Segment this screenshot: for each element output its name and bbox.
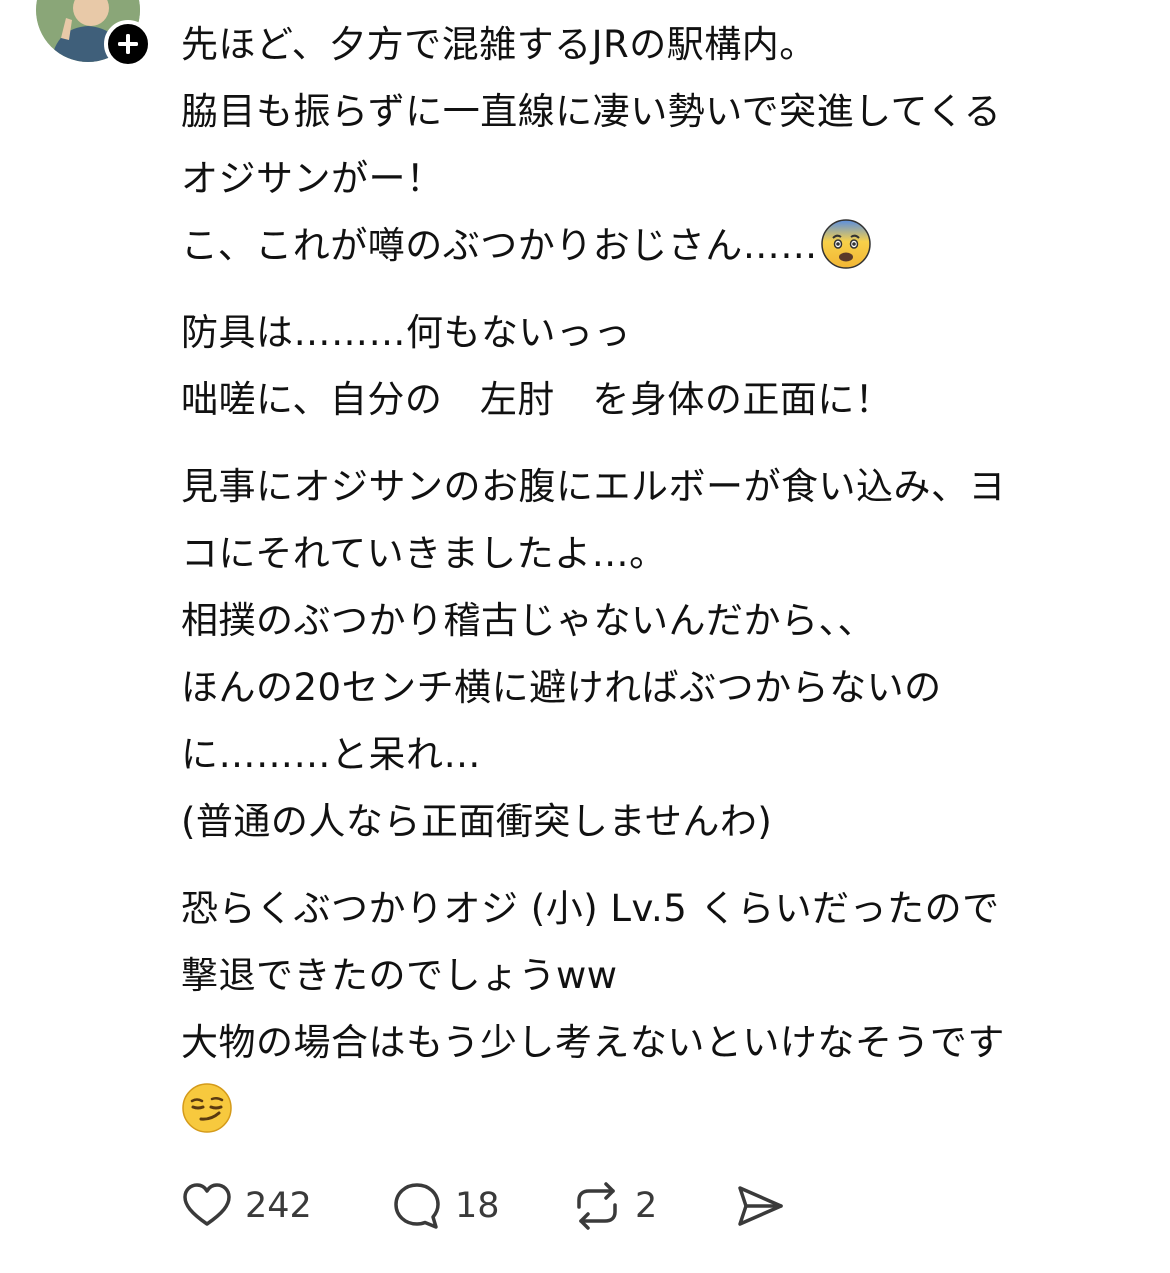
post-line: 相撲のぶつかり稽古じゃないんだから、、 xyxy=(181,599,875,642)
reply-button[interactable]: 18 xyxy=(391,1180,500,1232)
comment-bubble-icon xyxy=(394,1183,440,1229)
like-count: 242 xyxy=(245,1186,312,1226)
heart-icon xyxy=(183,1183,231,1226)
paragraph-2: 防具は………何もないっっ 咄嗟に、自分の 左肘 を身体の正面に！ xyxy=(181,299,1141,433)
paragraph-3: 見事にオジサンのお腹にエルボーが食い込み、ヨ コにそれていきましたよ…。 相撲の… xyxy=(181,453,1141,855)
post-line-with-emoji: こ、これが噂のぶつかりおじさん…… xyxy=(181,212,1141,279)
fearful-face-emoji xyxy=(821,219,871,269)
post-line: (普通の人なら正面衝突しませんわ) xyxy=(181,800,773,843)
post-line: 見事にオジサンのお腹にエルボーが食い込み、ヨ xyxy=(181,465,1006,508)
paragraph-4: 恐らくぶつかりオジ (小) Lv.5 くらいだったので 撃退できたのでしょうww… xyxy=(181,875,1141,1143)
post-line: オジサンがー！ xyxy=(181,157,444,200)
post-line: 撃退できたのでしょうww xyxy=(181,954,618,997)
send-icon xyxy=(738,1186,783,1226)
reply-count: 18 xyxy=(455,1186,500,1226)
like-button[interactable]: 242 xyxy=(181,1180,312,1232)
follow-plus-button[interactable] xyxy=(104,20,152,68)
post-line: 大物の場合はもう少し考えないといけなそうです xyxy=(181,1021,1005,1064)
repost-button[interactable]: 2 xyxy=(571,1180,657,1232)
post-line: 防具は………何もないっっ xyxy=(181,311,631,354)
post-line: 恐らくぶつかりオジ (小) Lv.5 くらいだったので xyxy=(181,887,1000,930)
post-line-text: こ、これが噂のぶつかりおじさん…… xyxy=(181,224,818,267)
plus-icon xyxy=(118,34,138,54)
post-line: 咄嗟に、自分の 左肘 を身体の正面に！ xyxy=(181,378,893,421)
post-line-emoji xyxy=(181,1076,1141,1143)
post-line: ほんの20センチ横に避ければぶつからないの xyxy=(181,666,942,709)
smirking-face-emoji xyxy=(182,1083,232,1133)
post-line: コにそれていきましたよ…。 xyxy=(181,532,667,575)
paragraph-1: 先ほど、夕方で混雑するJRの駅構内。 脇目も振らずに一直線に凄い勢いで突進してく… xyxy=(181,11,1141,279)
post-body: 先ほど、夕方で混雑するJRの駅構内。 脇目も振らずに一直線に凄い勢いで突進してく… xyxy=(181,11,1141,1163)
post-line: 脇目も振らずに一直線に凄い勢いで突進してくる xyxy=(181,90,1002,133)
post-line: 先ほど、夕方で混雑するJRの駅構内。 xyxy=(181,23,817,66)
repost-count: 2 xyxy=(635,1186,658,1226)
post-line: に………と呆れ… xyxy=(181,733,481,776)
share-button[interactable] xyxy=(734,1180,786,1232)
repost-arrows-icon xyxy=(577,1182,617,1230)
